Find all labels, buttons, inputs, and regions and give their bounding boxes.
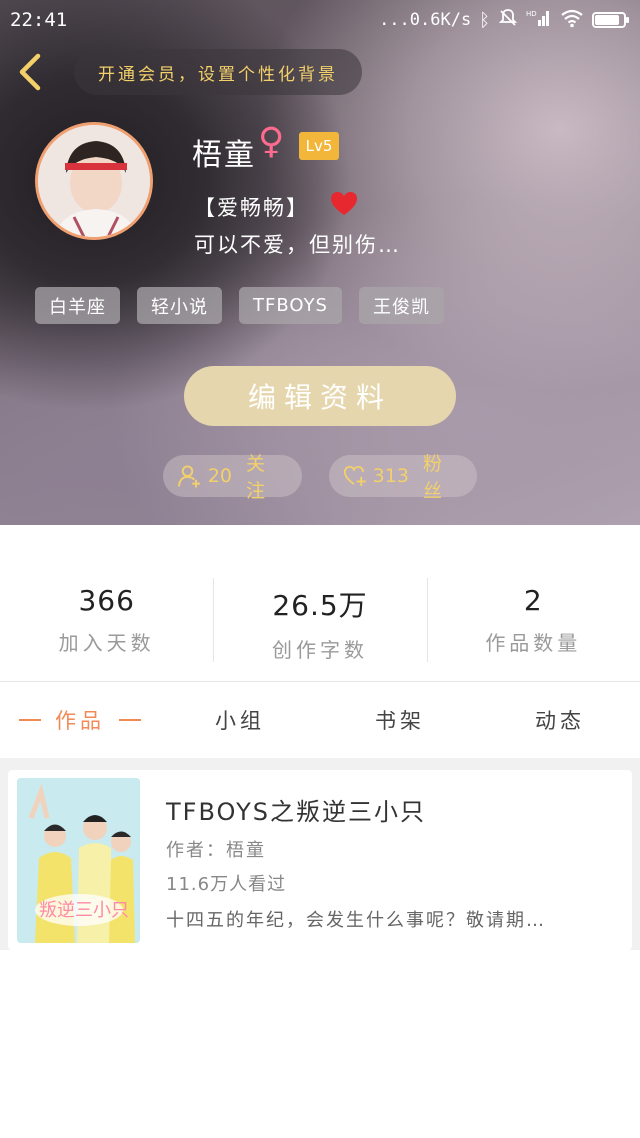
work-views: 11.6万人看过	[166, 874, 287, 895]
bluetooth-icon: ᛒ	[479, 9, 490, 31]
heart-icon	[330, 191, 358, 217]
back-arrow-icon	[19, 53, 41, 91]
stat-works: 2 作品数量	[426, 570, 640, 670]
level-badge: Lv5	[299, 132, 339, 160]
profile-header: 22:41 ...0.6K/s ᛒ HD 开通会员，设置个性化背景 梧童 ♀ L…	[0, 0, 640, 525]
tab-label: 动态	[535, 709, 585, 733]
mute-icon	[498, 8, 518, 33]
avatar[interactable]	[35, 122, 153, 240]
heart-plus-icon	[343, 465, 366, 487]
tab-bookshelf[interactable]: 书架	[320, 682, 480, 758]
signature-title: 【爱畅畅】	[194, 196, 309, 220]
status-time: 22:41	[10, 9, 68, 31]
tab-indicator	[119, 719, 141, 721]
back-button[interactable]	[14, 52, 50, 92]
avatar-image	[38, 125, 150, 237]
tab-groups[interactable]: 小组	[160, 682, 320, 758]
work-description: 十四五的年纪，会发生什么事呢？敬请期…	[166, 910, 546, 931]
work-author: 作者：梧童	[166, 840, 266, 861]
user-plus-icon	[177, 465, 200, 488]
svg-text:叛逆三小只: 叛逆三小只	[39, 900, 129, 921]
work-cover-image: 叛逆三小只	[17, 778, 140, 943]
nickname: 梧童	[192, 138, 256, 173]
work-title: TFBOYS之叛逆三小只	[166, 798, 426, 826]
work-card[interactable]: 叛逆三小只 TFBOYS之叛逆三小只 作者：梧童 11.6万人看过 十四五的年纪…	[8, 770, 632, 950]
stat-words: 26.5万 创作字数	[213, 570, 426, 670]
tab-indicator	[19, 719, 41, 721]
stat-days: 366 加入天数	[0, 570, 213, 670]
tag-item[interactable]: 轻小说	[137, 287, 222, 324]
edit-profile-button[interactable]: 编辑资料	[184, 366, 456, 426]
tag-item[interactable]: TFBOYS	[239, 287, 342, 324]
fans-count: 313	[372, 465, 409, 487]
tab-label: 作品	[55, 709, 105, 733]
tag-item[interactable]: 白羊座	[35, 287, 120, 324]
tab-label: 书架	[375, 709, 425, 733]
vip-background-banner[interactable]: 开通会员，设置个性化背景	[74, 49, 362, 95]
following-label: 关注	[246, 453, 269, 502]
hd-signal-icon: HD	[526, 8, 552, 33]
stat-value: 26.5万	[272, 589, 368, 622]
fans-label: 粉丝	[422, 453, 445, 502]
stats-row: 366 加入天数 26.5万 创作字数 2 作品数量	[0, 570, 640, 670]
stat-value: 2	[523, 584, 543, 617]
stat-label: 创作字数	[271, 638, 368, 662]
gender-female-icon: ♀	[258, 121, 285, 162]
section-spacer	[0, 758, 640, 770]
status-bar: 22:41 ...0.6K/s ᛒ HD	[0, 0, 640, 40]
fans-button[interactable]: 313 粉丝	[329, 453, 477, 502]
following-button[interactable]: 20 关注	[163, 453, 302, 502]
tag-list: 白羊座 轻小说 TFBOYS 王俊凯	[35, 287, 444, 324]
tab-works[interactable]: 作品	[0, 682, 160, 758]
signature-text: 可以不爱，但别伤…	[194, 233, 401, 257]
stat-label: 作品数量	[485, 631, 582, 655]
network-speed: ...0.6K/s	[379, 10, 472, 30]
tag-item[interactable]: 王俊凯	[359, 287, 444, 324]
battery-icon	[592, 12, 629, 28]
tab-bar: 作品 小组 书架 动态	[0, 682, 640, 758]
stat-label: 加入天数	[58, 631, 155, 655]
status-icons: ...0.6K/s ᛒ HD	[379, 8, 629, 33]
wifi-icon	[560, 8, 584, 33]
stat-value: 366	[78, 584, 135, 617]
svg-text:HD: HD	[526, 10, 537, 18]
tab-label: 小组	[215, 709, 265, 733]
tab-activity[interactable]: 动态	[480, 682, 640, 758]
following-count: 20	[207, 465, 232, 487]
